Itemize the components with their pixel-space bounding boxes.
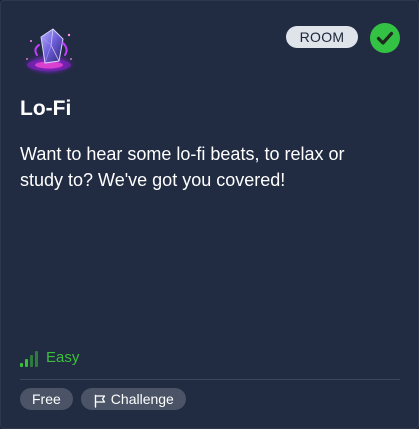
tag-free[interactable]: Free [20,388,73,410]
flag-icon [93,392,107,408]
checkmark-icon [370,23,400,53]
room-card[interactable]: ROOM Lo-Fi Want to hear some lo-fi beats… [0,0,419,429]
lofi-crystal-icon [19,21,79,79]
difficulty-indicator: Easy [20,345,79,367]
signal-bars-icon [20,350,38,367]
tag-list: Free Challenge [20,388,186,410]
divider [20,379,400,380]
difficulty-label: Easy [46,349,80,366]
room-type-badge: ROOM [286,26,358,48]
room-description: Want to hear some lo-fi beats, to relax … [20,144,345,190]
tag-challenge[interactable]: Challenge [80,388,186,410]
tag-label: Challenge [110,391,174,407]
room-title[interactable]: Lo-Fi [20,97,71,121]
tag-label: Free [32,391,61,407]
